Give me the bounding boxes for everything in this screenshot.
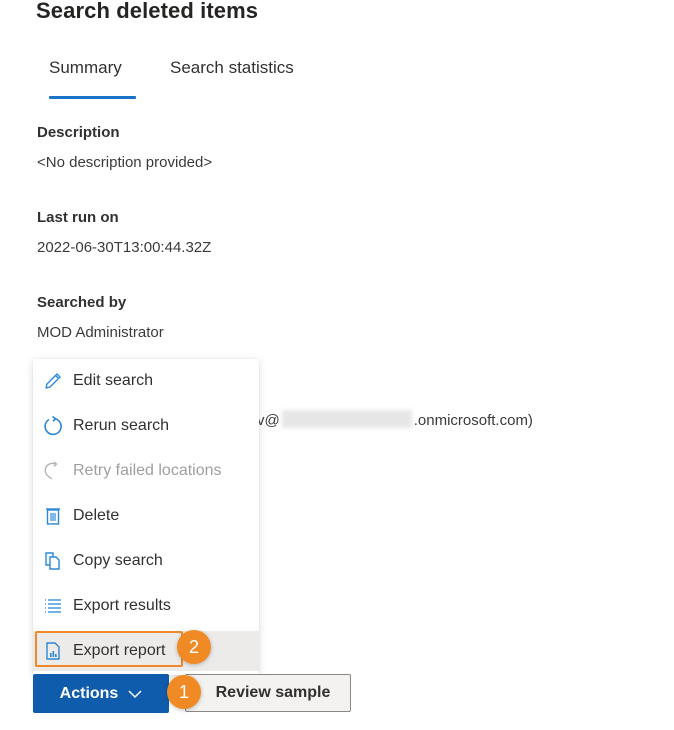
description-label: Description <box>37 124 120 141</box>
tab-summary[interactable]: Summary <box>49 58 122 78</box>
menu-item-label: Copy search <box>73 552 163 569</box>
review-sample-label: Review sample <box>215 684 331 701</box>
selected-tab-indicator <box>49 96 136 99</box>
searched-by-value: MOD Administrator <box>37 324 164 341</box>
tab-search-statistics[interactable]: Search statistics <box>170 58 294 78</box>
menu-item-delete[interactable]: Delete <box>33 496 259 536</box>
email-prefix: v@ <box>257 412 280 429</box>
last-run-label: Last run on <box>37 209 119 226</box>
copy-icon <box>42 550 64 572</box>
actions-button[interactable]: Actions <box>33 674 169 713</box>
menu-item-retry-failed-locations[interactable]: Retry failed locations <box>33 451 259 491</box>
list-icon <box>42 595 64 617</box>
retry-icon <box>42 460 64 482</box>
email-value: v@ .onmicrosoft.com) <box>257 410 533 429</box>
searched-by-label: Searched by <box>37 294 127 311</box>
last-run-value: 2022-06-30T13:00:44.32Z <box>37 239 212 256</box>
refresh-icon <box>42 415 64 437</box>
chevron-down-icon <box>128 689 142 699</box>
redacted-domain <box>281 410 412 428</box>
callout-badge-1: 1 <box>167 675 201 709</box>
menu-item-label: Edit search <box>73 372 154 389</box>
trash-icon <box>42 505 64 527</box>
menu-item-edit-search[interactable]: Edit search <box>33 361 259 401</box>
actions-button-label: Actions <box>59 684 119 702</box>
review-sample-button[interactable]: Review sample <box>185 674 351 712</box>
menu-item-label: Rerun search <box>73 417 170 434</box>
menu-item-rerun-search[interactable]: Rerun search <box>33 406 259 446</box>
description-value: <No description provided> <box>37 154 213 171</box>
menu-item-export-results[interactable]: Export results <box>33 586 259 626</box>
menu-item-copy-search[interactable]: Copy search <box>33 541 259 581</box>
export-report-highlight <box>35 631 183 667</box>
email-suffix: .onmicrosoft.com) <box>413 412 533 429</box>
actions-menu: Edit search Rerun search Retry failed lo… <box>33 359 259 675</box>
menu-item-label: Retry failed locations <box>73 462 222 479</box>
menu-item-label: Delete <box>73 507 120 524</box>
pencil-icon <box>42 370 64 392</box>
page-title: Search deleted items <box>36 0 259 23</box>
callout-badge-2: 2 <box>177 630 211 664</box>
menu-item-label: Export results <box>73 597 171 614</box>
